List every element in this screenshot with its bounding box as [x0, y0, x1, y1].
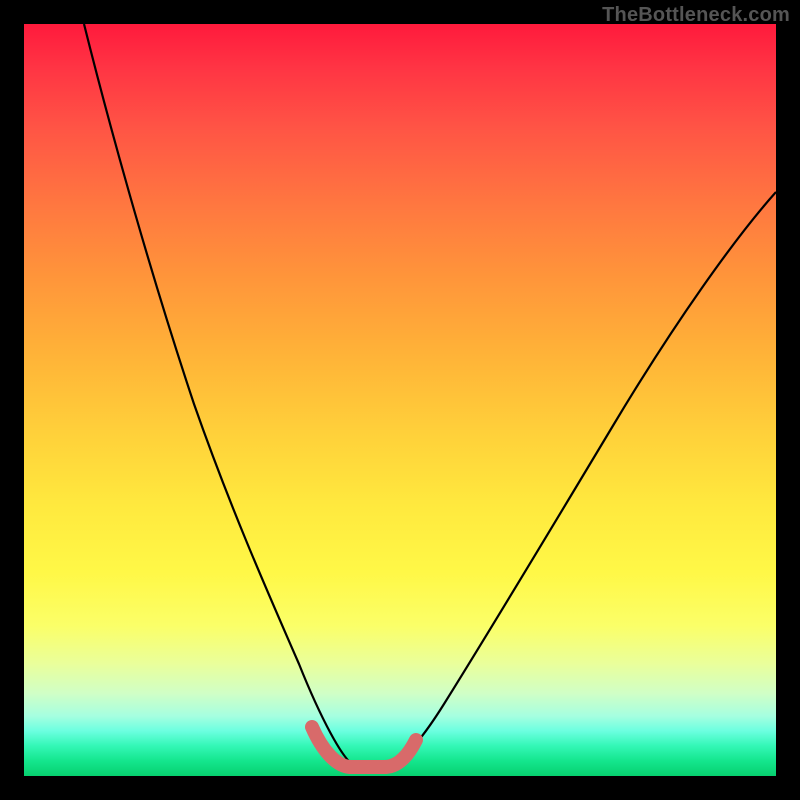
optimal-zone-highlight	[312, 727, 416, 767]
watermark-text: TheBottleneck.com	[602, 4, 790, 27]
bottleneck-curve	[84, 24, 776, 766]
chart-frame: TheBottleneck.com	[0, 0, 800, 800]
plot-area	[24, 24, 776, 776]
curve-layer	[24, 24, 776, 776]
